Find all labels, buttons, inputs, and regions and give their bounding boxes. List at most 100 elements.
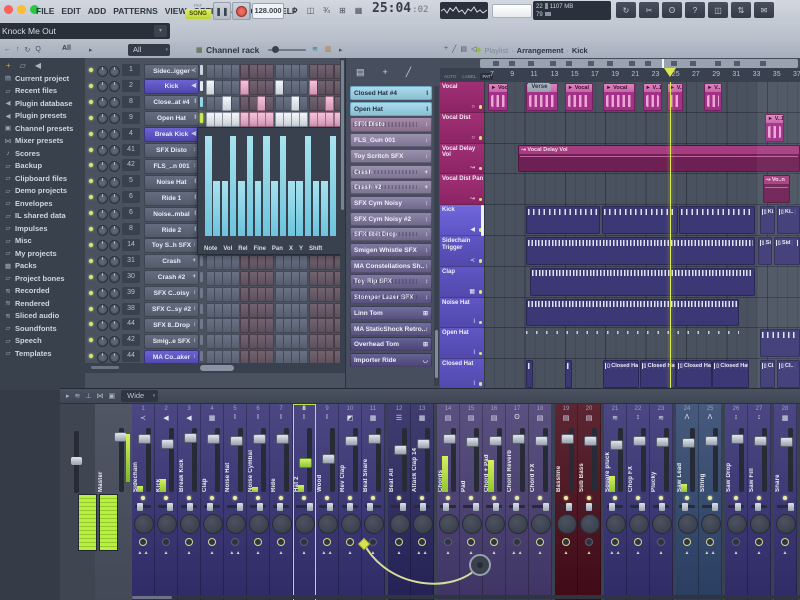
mixer-strip-ride[interactable]: 7 I Ride ▲ bbox=[270, 404, 293, 600]
mixer-strip-snare[interactable]: 28 ▦ Snare ▲ bbox=[774, 404, 797, 600]
clip-open-hat[interactable] bbox=[526, 329, 740, 337]
step-cell[interactable] bbox=[230, 270, 240, 286]
step-cell[interactable] bbox=[264, 64, 275, 79]
channel-button[interactable]: FLS_..n 001 ↕ bbox=[144, 158, 199, 174]
timeline-bar-23[interactable]: 23 bbox=[652, 71, 660, 78]
mixer-scrollbar[interactable] bbox=[132, 595, 800, 599]
clip-v-1[interactable]: ► V..1 bbox=[704, 83, 723, 111]
strip-stereo-slider[interactable] bbox=[679, 502, 695, 511]
strip-route-icon[interactable]: ▲ ▲ bbox=[506, 550, 528, 556]
browser-item[interactable]: ▱ Misc bbox=[0, 235, 85, 248]
strip-fx-knob[interactable] bbox=[369, 538, 377, 546]
channel-pan-knob[interactable] bbox=[97, 81, 108, 93]
strip-pan-knob[interactable] bbox=[531, 514, 551, 534]
browser-item[interactable]: ♪ Scores bbox=[0, 147, 85, 160]
strip-stereo-slider[interactable] bbox=[463, 502, 479, 511]
mixer-strip-sub-bass[interactable]: 20 ▤ Sub Bass ▲ bbox=[578, 404, 601, 600]
channel-indicator[interactable] bbox=[200, 335, 203, 346]
add-icon[interactable]: + bbox=[383, 67, 388, 77]
strip-fader-track[interactable] bbox=[394, 428, 407, 492]
strip-fx-knob[interactable] bbox=[781, 538, 789, 546]
menu-item-file[interactable]: FILE bbox=[33, 6, 57, 16]
strip-stereo-slider[interactable] bbox=[440, 502, 456, 511]
mixer-strip-chord-fx[interactable]: 18 ▤ Chord FX ▲ bbox=[529, 404, 552, 600]
clip-v-1[interactable]: ► V..1 bbox=[642, 83, 662, 111]
step-cell[interactable] bbox=[264, 318, 275, 334]
playlist-timeline[interactable]: AUTO LABEL PAT 7 9 11 13 15 17 19 21 23 25 27 29 31 33 3… bbox=[440, 68, 800, 83]
channel-indicator[interactable] bbox=[200, 319, 203, 330]
strip-fx-knob[interactable] bbox=[611, 538, 619, 546]
instrument-item[interactable]: Closed Hat #4 I bbox=[350, 86, 432, 101]
menu-item-edit[interactable]: EDIT bbox=[58, 6, 83, 16]
graph-bar[interactable] bbox=[304, 136, 312, 236]
strip-led[interactable] bbox=[659, 496, 663, 500]
graph-bar[interactable] bbox=[213, 181, 220, 236]
wait-icon[interactable]: ◫ bbox=[303, 3, 318, 18]
strip-stereo-slider[interactable] bbox=[227, 502, 243, 511]
browser-item[interactable]: ◀ Plugin presets bbox=[0, 110, 85, 123]
strip-route-icon[interactable]: ▲ bbox=[362, 550, 384, 556]
instrument-scroll-thumb[interactable] bbox=[435, 330, 438, 378]
channel-volume-knob[interactable] bbox=[109, 272, 120, 284]
strip-led[interactable] bbox=[141, 496, 145, 500]
rack-collapse-icon[interactable]: ▸ bbox=[89, 46, 93, 54]
strip-stereo-handle[interactable] bbox=[237, 502, 243, 511]
channel-led[interactable] bbox=[89, 131, 93, 136]
channel-pan-knob[interactable] bbox=[97, 304, 108, 315]
step-cell[interactable] bbox=[230, 111, 240, 127]
strip-fx-knob[interactable] bbox=[231, 538, 239, 546]
strip-stereo-handle[interactable] bbox=[609, 502, 615, 511]
rack-vscroll-thumb[interactable] bbox=[341, 60, 344, 210]
channel-pan-knob[interactable] bbox=[97, 192, 108, 204]
strip-pan-knob[interactable] bbox=[295, 514, 315, 534]
strip-fader-handle[interactable] bbox=[276, 434, 289, 445]
strip-fader-track[interactable] bbox=[207, 428, 220, 492]
channel-volume-knob[interactable] bbox=[109, 113, 120, 125]
strip-fx-knob[interactable] bbox=[346, 538, 354, 546]
playlist-grid[interactable]: ► Vocal► Vocal► Vocal► Vocal► V..1► V..1… bbox=[484, 82, 800, 390]
strip-stereo-slider[interactable] bbox=[319, 502, 335, 511]
mixer-strip-sidechain[interactable]: 1 ≺ Sidechain ▲ ▲ bbox=[132, 404, 155, 600]
mixer-strip-chop-fx[interactable]: 22 ↕ Chop FX ▲ bbox=[627, 404, 650, 600]
browser-item[interactable]: ▤ Current project bbox=[0, 72, 85, 85]
channel-number[interactable]: 8 bbox=[122, 223, 140, 235]
strip-stereo-handle[interactable] bbox=[788, 502, 794, 511]
strip-route-icon[interactable]: ▲ bbox=[388, 550, 410, 556]
strip-stereo-handle[interactable] bbox=[712, 502, 718, 511]
mixer-strip-hat-2[interactable]: 8 I Hat 2 ▲ bbox=[293, 404, 316, 600]
channel-button[interactable]: Ride 1I bbox=[144, 190, 199, 206]
strip-route-icon[interactable]: ▲ ▲ bbox=[699, 550, 721, 556]
strip-fader-track[interactable] bbox=[443, 428, 456, 492]
instrument-item[interactable]: SFX Cym Noisy #2 ↕ bbox=[350, 211, 432, 226]
strip-led[interactable] bbox=[187, 496, 191, 500]
timeline-bar-37[interactable]: 37 bbox=[793, 71, 800, 78]
strip-stereo-slider[interactable] bbox=[342, 502, 358, 511]
channel-indicator[interactable] bbox=[200, 80, 203, 91]
channel-volume-knob[interactable] bbox=[109, 208, 120, 220]
strip-pan-knob[interactable] bbox=[629, 514, 649, 534]
graph-tab-rel[interactable]: Rel bbox=[238, 246, 247, 252]
step-cell[interactable] bbox=[230, 334, 240, 350]
strip-route-icon[interactable]: ▲ bbox=[650, 550, 672, 556]
channel-led[interactable] bbox=[89, 195, 93, 200]
track-header[interactable]: Sidechain Trigger ≺ bbox=[440, 236, 484, 267]
strip-fader-handle[interactable] bbox=[682, 437, 695, 448]
step-cell[interactable] bbox=[264, 302, 275, 318]
keyboard-editor-icon[interactable]: ▥ bbox=[325, 45, 332, 53]
rack-zoom-handle[interactable] bbox=[91, 366, 119, 369]
browser-item[interactable]: ⋈ Mixer presets bbox=[0, 135, 85, 148]
playlist-overview-bar[interactable] bbox=[480, 59, 798, 68]
channel-led[interactable] bbox=[89, 354, 93, 359]
strip-fader-track[interactable] bbox=[138, 428, 151, 492]
graph-bar[interactable] bbox=[205, 136, 212, 236]
save-icon[interactable]: ◫ bbox=[708, 2, 728, 18]
fx-visibility-icon[interactable]: ▸ bbox=[66, 392, 70, 400]
step-cell[interactable] bbox=[299, 111, 309, 127]
channel-indicator[interactable] bbox=[200, 351, 203, 362]
strip-fader-handle[interactable] bbox=[535, 435, 548, 446]
strip-route-icon[interactable]: ▲ bbox=[774, 550, 796, 556]
strip-led[interactable] bbox=[420, 496, 424, 500]
clip-closed-hat[interactable]: Closed Hat bbox=[603, 360, 640, 388]
strip-led[interactable] bbox=[757, 496, 761, 500]
strip-fader-handle[interactable] bbox=[299, 457, 312, 468]
